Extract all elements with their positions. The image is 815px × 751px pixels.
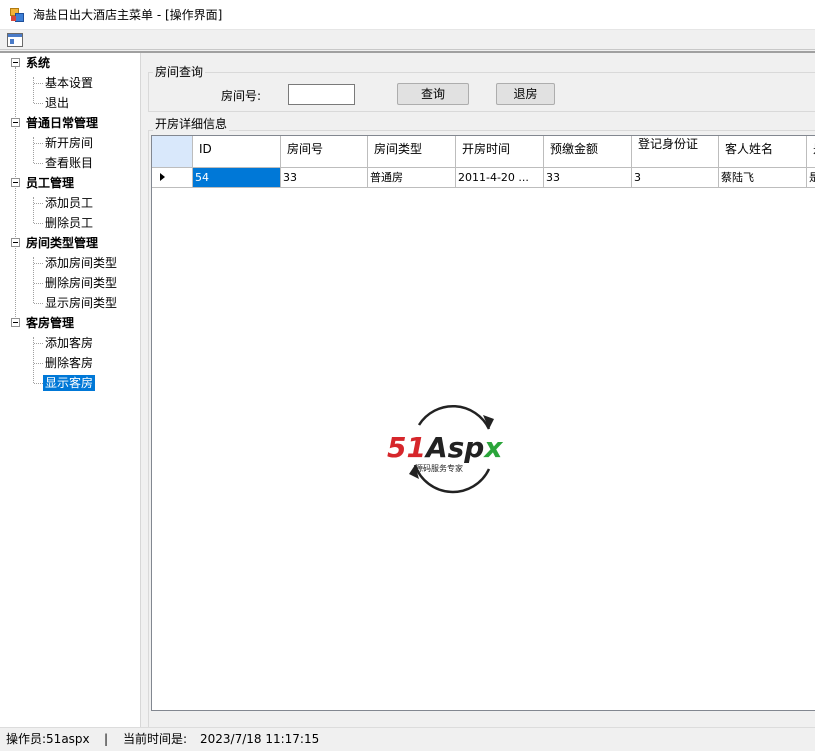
cell-room-number[interactable]: 33 bbox=[281, 168, 368, 188]
tree-connector bbox=[34, 383, 43, 384]
time-value: 2023/7/18 11:17:15 bbox=[200, 732, 320, 746]
grid-header-row: ID 房间号 房间类型 开房时间 预缴金额 登记身份证 客人姓名 是 bbox=[152, 136, 815, 168]
cell-id[interactable]: 54 bbox=[193, 168, 281, 188]
tree-item-show-rooms[interactable]: 显示客房 bbox=[43, 373, 96, 393]
tree-connector bbox=[34, 363, 43, 364]
room-number-label: 房间号: bbox=[221, 89, 262, 103]
tree-item-add-staff[interactable]: 添加员工 bbox=[45, 193, 93, 213]
query-button[interactable]: 查询 bbox=[397, 83, 469, 105]
logo-brand-text: 51Aspx bbox=[387, 431, 503, 464]
logo-tagline-text: 源码服务专家 bbox=[415, 463, 463, 473]
main-panel: 房间查询 房间号: 查询 退房 开房详细信息 ID 房间号 房间类型 开房时间 … bbox=[141, 53, 815, 730]
tree-connector bbox=[34, 303, 43, 304]
tree-connector bbox=[34, 343, 43, 344]
column-header-open-time[interactable]: 开房时间 bbox=[456, 136, 544, 168]
column-header-deposit[interactable]: 预缴金额 bbox=[544, 136, 632, 168]
operator-status: 操作员:51aspx bbox=[6, 732, 90, 746]
51aspx-logo: 51Aspx 源码服务专家 bbox=[387, 404, 503, 494]
cell-room-type[interactable]: 普通房 bbox=[368, 168, 456, 188]
cell-id-card[interactable]: 3 bbox=[632, 168, 719, 188]
column-header-room-number[interactable]: 房间号 bbox=[281, 136, 368, 168]
app-icon bbox=[9, 7, 25, 23]
room-details-caption: 开房详细信息 bbox=[153, 117, 230, 131]
tree-branch-line bbox=[33, 137, 34, 163]
tree-group-room-types[interactable]: 房间类型管理 bbox=[26, 233, 98, 253]
cell-deposit[interactable]: 33 bbox=[544, 168, 632, 188]
expander-daily[interactable] bbox=[11, 118, 20, 127]
status-bar: 操作员:51aspx | 当前时间是: 2023/7/18 11:17:15 bbox=[0, 727, 815, 750]
tree-group-daily[interactable]: 普通日常管理 bbox=[26, 113, 98, 133]
tree-item-basic-settings[interactable]: 基本设置 bbox=[45, 73, 93, 93]
grid-corner[interactable] bbox=[152, 136, 193, 168]
tree-root-line bbox=[15, 67, 16, 327]
tree-group-rooms[interactable]: 客房管理 bbox=[26, 313, 74, 333]
expander-staff[interactable] bbox=[11, 178, 20, 187]
checkout-button[interactable]: 退房 bbox=[496, 83, 555, 105]
time-label: 当前时间是: bbox=[123, 732, 188, 746]
tree-item-delete-room[interactable]: 删除客房 bbox=[45, 353, 93, 373]
tree-connector bbox=[34, 263, 43, 264]
column-header-id-card[interactable]: 登记身份证 bbox=[632, 136, 719, 168]
room-query-caption: 房间查询 bbox=[153, 65, 206, 79]
menu-strip bbox=[0, 30, 815, 50]
tree-item-exit[interactable]: 退出 bbox=[45, 93, 69, 113]
cell-extra[interactable]: 是 bbox=[807, 168, 815, 188]
column-header-guest-name[interactable]: 客人姓名 bbox=[719, 136, 807, 168]
status-separator: | bbox=[104, 732, 109, 746]
cell-guest-name[interactable]: 蔡陆飞 bbox=[719, 168, 807, 188]
expander-rooms[interactable] bbox=[11, 318, 20, 327]
tree-connector bbox=[34, 283, 43, 284]
tree-branch-line bbox=[33, 197, 34, 223]
column-header-extra[interactable]: 是 bbox=[807, 136, 815, 168]
column-header-room-type[interactable]: 房间类型 bbox=[368, 136, 456, 168]
window-title: 海盐日出大酒店主菜单 - [操作界面] bbox=[33, 8, 223, 22]
row-header[interactable] bbox=[152, 168, 193, 188]
tree-group-staff[interactable]: 员工管理 bbox=[26, 173, 74, 193]
cell-open-time[interactable]: 2011-4-20 ... bbox=[456, 168, 544, 188]
title-bar: 海盐日出大酒店主菜单 - [操作界面] bbox=[0, 0, 815, 30]
tree-item-new-room[interactable]: 新开房间 bbox=[45, 133, 93, 153]
expander-room-types[interactable] bbox=[11, 238, 20, 247]
tree-connector bbox=[34, 203, 43, 204]
tree-item-delete-staff[interactable]: 删除员工 bbox=[45, 213, 93, 233]
room-number-input[interactable] bbox=[288, 84, 355, 105]
mdi-child-window-icon[interactable] bbox=[7, 33, 23, 47]
tree-connector bbox=[34, 223, 43, 224]
column-header-id[interactable]: ID bbox=[193, 136, 281, 168]
nav-tree[interactable]: 系统 基本设置 退出 普通日常管理 新开房间 查看账目 员工管理 添加员工 删除… bbox=[0, 53, 141, 727]
tree-item-add-room-type[interactable]: 添加房间类型 bbox=[45, 253, 117, 273]
current-row-arrow-icon bbox=[160, 173, 165, 181]
tree-connector bbox=[34, 103, 43, 104]
tree-item-add-room[interactable]: 添加客房 bbox=[45, 333, 93, 353]
tree-item-show-room-types[interactable]: 显示房间类型 bbox=[45, 293, 117, 313]
tree-connector bbox=[34, 83, 43, 84]
tree-branch-line bbox=[33, 77, 34, 103]
tree-item-view-accounts[interactable]: 查看账目 bbox=[45, 153, 93, 173]
table-row[interactable]: 54 33 普通房 2011-4-20 ... 33 3 蔡陆飞 是 bbox=[152, 168, 815, 188]
tree-connector bbox=[34, 163, 43, 164]
expander-system[interactable] bbox=[11, 58, 20, 67]
tree-connector bbox=[34, 143, 43, 144]
tree-item-delete-room-type[interactable]: 删除房间类型 bbox=[45, 273, 117, 293]
tree-group-system[interactable]: 系统 bbox=[26, 53, 50, 73]
